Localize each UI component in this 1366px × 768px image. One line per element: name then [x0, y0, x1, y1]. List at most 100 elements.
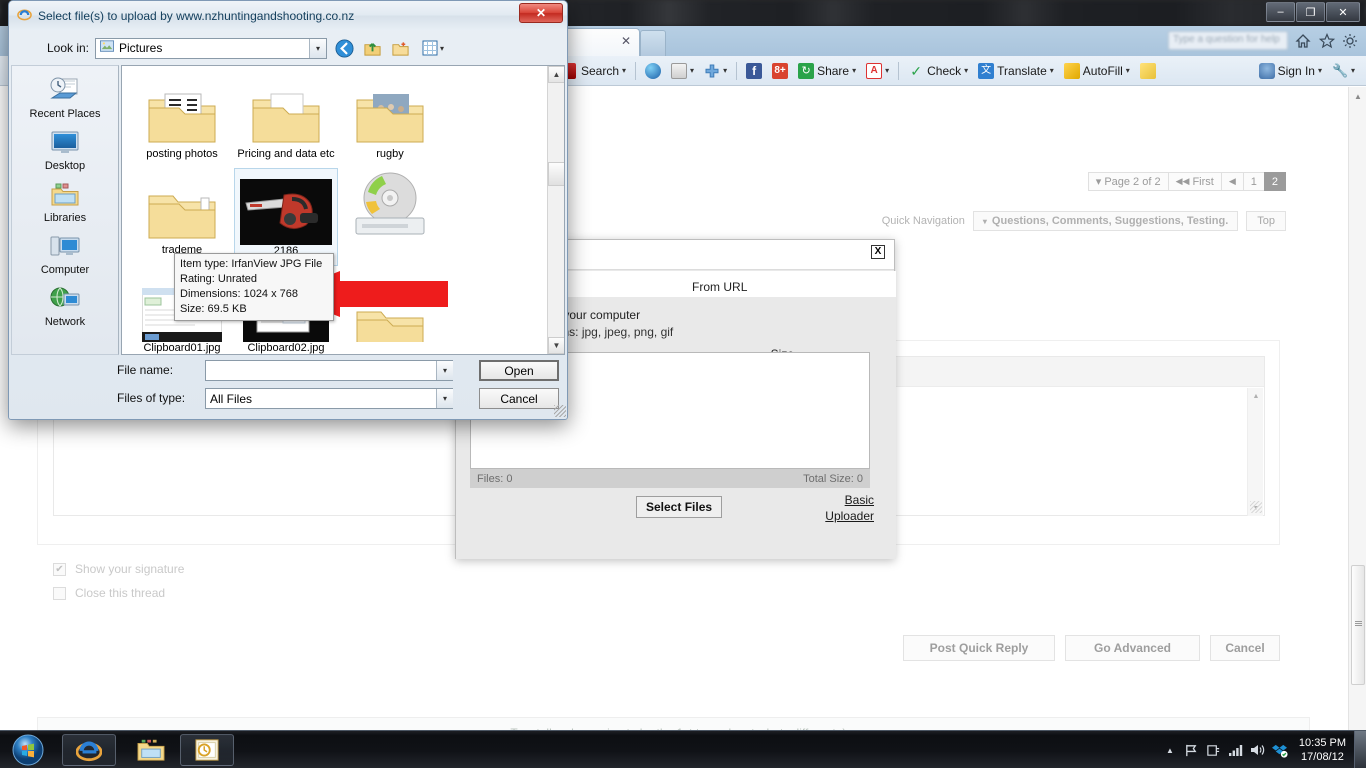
file-name-input[interactable]: [205, 360, 453, 381]
place-recent-places[interactable]: Recent Places: [15, 74, 115, 120]
pencil-icon[interactable]: [1063, 62, 1080, 79]
minimize-button[interactable]: –: [1266, 2, 1295, 22]
up-folder-icon[interactable]: [361, 37, 383, 59]
top-button[interactable]: Top: [1246, 211, 1286, 231]
new-folder-icon[interactable]: [389, 37, 411, 59]
chevron-down-icon[interactable]: ▾: [1126, 66, 1130, 75]
pdf-icon[interactable]: A: [866, 62, 883, 79]
home-icon[interactable]: [1292, 30, 1314, 52]
clock[interactable]: 10:35 PM 17/08/12: [1291, 736, 1354, 764]
file-list-scrollbar[interactable]: ▲ ▼: [547, 66, 564, 354]
toolbar-add-button[interactable]: ▾: [699, 59, 732, 83]
file-item-folder[interactable]: posting photos: [130, 72, 234, 168]
scroll-up-icon[interactable]: ▲: [548, 66, 564, 83]
file-item-image[interactable]: [338, 168, 442, 266]
page-button-2[interactable]: 2: [1263, 172, 1286, 191]
quick-navigation[interactable]: Quick Navigation ▾ Questions, Comments, …: [882, 211, 1286, 231]
files-of-type-dropdown-icon[interactable]: ▾: [436, 389, 453, 408]
chevron-down-icon[interactable]: ▾: [1318, 66, 1322, 75]
scrollbar-thumb[interactable]: [1351, 565, 1365, 685]
chevron-down-icon[interactable]: ▾: [852, 66, 856, 75]
place-desktop[interactable]: Desktop: [15, 126, 115, 172]
select-files-button[interactable]: Select Files: [636, 496, 723, 518]
prev-page-button[interactable]: ◀: [1220, 172, 1244, 191]
scroll-down-icon[interactable]: ▼: [548, 337, 564, 354]
toolbar-globe-button[interactable]: [640, 59, 666, 83]
chevron-down-icon[interactable]: ▾: [1351, 66, 1355, 75]
globe-icon[interactable]: [645, 62, 662, 79]
taskbar-item-internet-explorer[interactable]: [62, 734, 116, 766]
chevron-down-icon[interactable]: ▾: [723, 66, 727, 75]
toolbar-translate-button[interactable]: 文 Translate ▾: [973, 59, 1059, 83]
place-libraries[interactable]: Libraries: [15, 178, 115, 224]
toolbar-pdf-button[interactable]: A ▾: [861, 59, 894, 83]
files-of-type-select[interactable]: All Files: [205, 388, 453, 409]
start-button[interactable]: [6, 733, 50, 767]
toolbar-share-button[interactable]: ↻ Share ▾: [793, 59, 861, 83]
chevron-down-icon[interactable]: ▾: [1096, 175, 1102, 188]
place-computer[interactable]: Computer: [15, 230, 115, 276]
page-button-1[interactable]: 1: [1242, 172, 1265, 191]
window-controls[interactable]: – ❐ ✕: [1266, 2, 1360, 22]
option-show-signature[interactable]: ✔ Show your signature: [37, 557, 1280, 581]
new-tab-button[interactable]: [640, 30, 666, 56]
quick-navigation-select[interactable]: ▾ Questions, Comments, Suggestions, Test…: [972, 211, 1239, 231]
back-icon[interactable]: [333, 37, 355, 59]
toolbar-search-button[interactable]: Search ▾: [576, 59, 631, 83]
tray-overflow-icon[interactable]: ▲: [1159, 731, 1181, 768]
google-plus-icon[interactable]: 8+: [772, 62, 789, 79]
checkbox[interactable]: ✔: [53, 562, 66, 576]
chevron-down-icon[interactable]: ▾: [983, 217, 987, 226]
dropbox-icon[interactable]: [1269, 731, 1291, 768]
gear-icon[interactable]: [1339, 30, 1361, 52]
network-signal-icon[interactable]: [1225, 731, 1247, 768]
close-button[interactable]: ✕: [519, 3, 563, 23]
chevron-down-icon[interactable]: ▾: [885, 66, 889, 75]
check-icon[interactable]: ✓: [908, 63, 924, 79]
scroll-up-icon[interactable]: ▲: [1248, 388, 1264, 404]
first-page-button[interactable]: ◀◀ First: [1167, 172, 1222, 191]
option-close-thread[interactable]: Close this thread: [37, 581, 1280, 605]
highlighter-icon[interactable]: [1139, 62, 1156, 79]
scrollbar-thumb[interactable]: [548, 162, 564, 186]
page-navigation[interactable]: ▾ Page 2 of 2 ◀◀ First ◀ 1 2: [1087, 172, 1286, 191]
file-name-dropdown-icon[interactable]: ▾: [436, 361, 453, 380]
tab-close-icon[interactable]: ✕: [621, 35, 631, 47]
action-center-icon[interactable]: [1203, 731, 1225, 768]
post-quick-reply-button[interactable]: Post Quick Reply: [903, 635, 1055, 661]
tab-from-url[interactable]: From URL: [682, 277, 758, 297]
place-network[interactable]: Network: [15, 282, 115, 328]
resize-grip[interactable]: [554, 405, 566, 417]
basic-uploader-link[interactable]: Basic Uploader: [804, 492, 874, 524]
toolbar-options-button[interactable]: 🔧 ▾: [1327, 59, 1360, 83]
chevron-down-icon[interactable]: ▾: [964, 66, 968, 75]
facebook-icon[interactable]: f: [746, 62, 763, 79]
toolbar-check-button[interactable]: ✓ Check ▾: [903, 59, 973, 83]
close-button[interactable]: ✕: [1326, 2, 1360, 22]
file-list-area[interactable]: posting photos Pricing and data etc rugb…: [121, 65, 565, 355]
file-item-folder[interactable]: trademe: [130, 168, 234, 266]
page-jump-button[interactable]: ▾ Page 2 of 2: [1087, 172, 1169, 191]
quick-reply-actions[interactable]: Post Quick Reply Go Advanced Cancel: [903, 635, 1280, 661]
news-icon[interactable]: [671, 62, 688, 79]
chevron-down-icon[interactable]: ▾: [1050, 66, 1054, 75]
chevron-down-icon[interactable]: ▾: [440, 44, 444, 53]
file-item-image-selected[interactable]: 2186: [234, 168, 338, 266]
taskbar-item-irfanview[interactable]: [180, 734, 234, 766]
user-icon[interactable]: [1258, 62, 1275, 79]
views-icon[interactable]: ▾: [417, 37, 449, 59]
toolbar-googleplus-button[interactable]: 8+: [767, 59, 793, 83]
toolbar-autofill-button[interactable]: AutoFill ▾: [1059, 59, 1135, 83]
file-item-folder[interactable]: rugby: [338, 72, 442, 168]
scroll-up-icon[interactable]: ▲: [1349, 87, 1366, 105]
chevron-down-icon[interactable]: ▾: [309, 38, 326, 58]
share-icon[interactable]: ↻: [798, 62, 815, 79]
open-button[interactable]: Open: [479, 360, 559, 381]
chevron-down-icon[interactable]: ▾: [622, 66, 626, 75]
checkbox[interactable]: [53, 586, 66, 600]
show-desktop-button[interactable]: [1354, 731, 1366, 768]
editor-resize-handle[interactable]: [1250, 501, 1262, 513]
toolbar-news-button[interactable]: ▾: [666, 59, 699, 83]
taskbar-item-windows-explorer[interactable]: [124, 734, 178, 766]
toolbar-facebook-button[interactable]: f: [741, 59, 767, 83]
